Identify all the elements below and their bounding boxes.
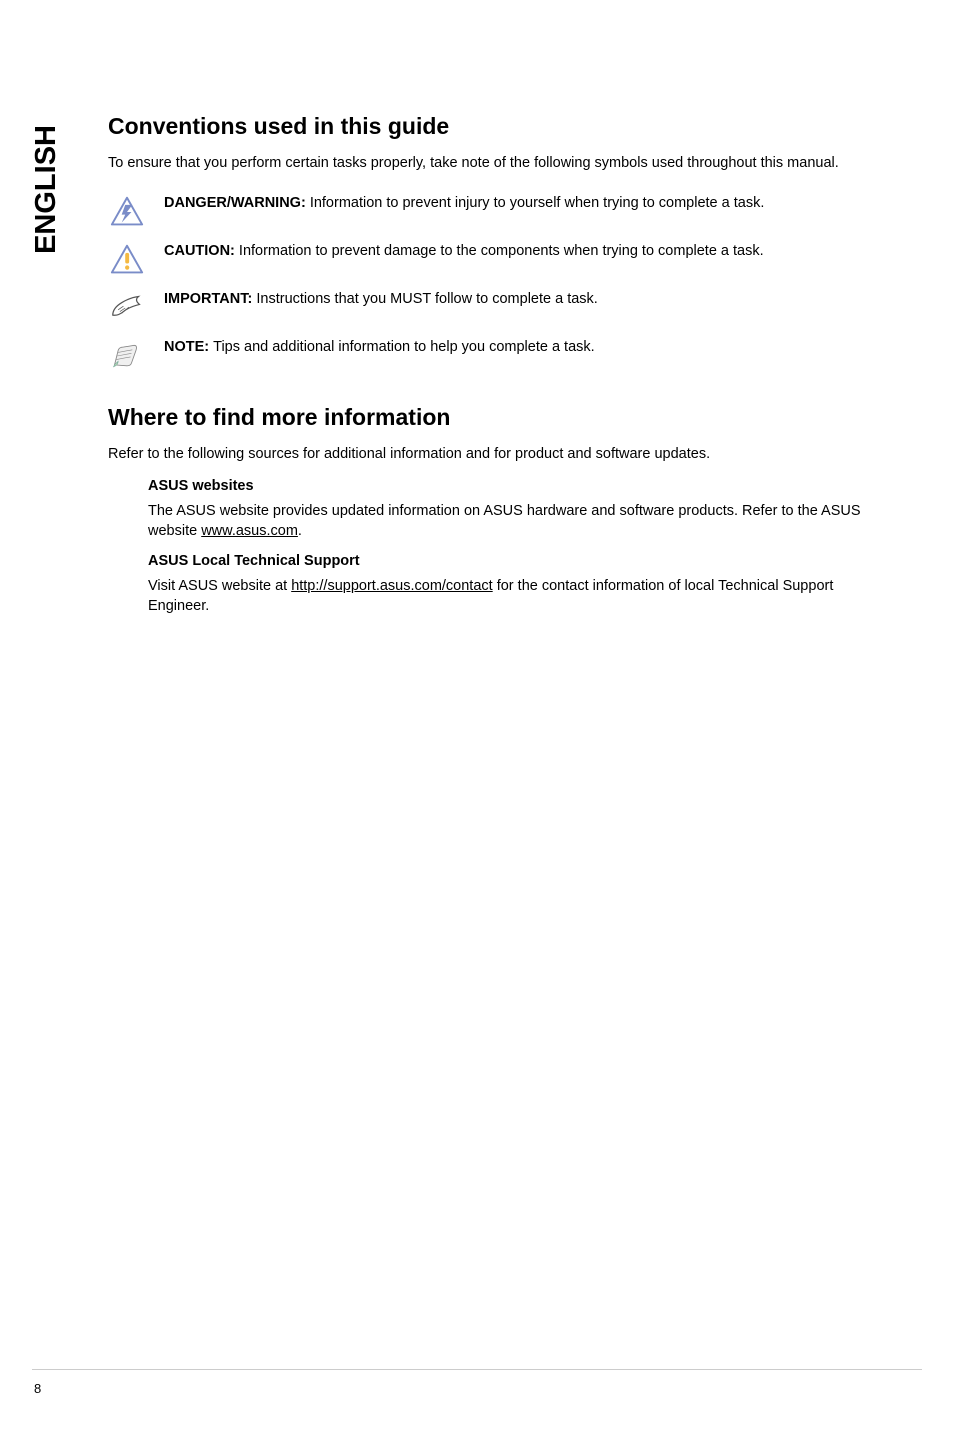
section2-heading: Where to find more information — [108, 404, 888, 431]
important-row: IMPORTANT: Instructions that you MUST fo… — [108, 290, 888, 324]
asus-websites-body: The ASUS website provides updated inform… — [148, 502, 888, 541]
important-label-bold: IMPORTANT: — [164, 291, 256, 307]
danger-label-bold: DANGER/WARNING: — [164, 195, 310, 211]
caution-icon — [108, 242, 146, 276]
subsection-asus-websites: ASUS websites The ASUS website provides … — [148, 478, 888, 616]
footer-divider — [32, 1369, 922, 1370]
section2-intro: Refer to the following sources for addit… — [108, 445, 888, 465]
asus-support-body: Visit ASUS website at http://support.asu… — [148, 577, 888, 616]
asus-support-title: ASUS Local Technical Support — [148, 553, 888, 569]
caution-row: CAUTION: Information to prevent damage t… — [108, 242, 888, 276]
danger-body: Information to prevent injury to yoursel… — [310, 195, 765, 211]
asus-websites-after: . — [298, 523, 302, 539]
note-label-bold: NOTE: — [164, 339, 213, 355]
asus-website-link[interactable]: www.asus.com — [201, 523, 298, 539]
note-body: Tips and additional information to help … — [213, 339, 595, 355]
section1-heading: Conventions used in this guide — [108, 113, 888, 140]
page-content: Conventions used in this guide To ensure… — [108, 113, 888, 628]
important-body: Instructions that you MUST follow to com… — [256, 291, 597, 307]
note-icon — [108, 338, 146, 372]
important-icon — [108, 290, 146, 324]
page-number: 8 — [34, 1381, 41, 1396]
caution-label-bold: CAUTION: — [164, 243, 239, 259]
sidebar-language-label: ENGLISH — [32, 125, 61, 254]
caution-text: CAUTION: Information to prevent damage t… — [164, 242, 764, 262]
danger-icon — [108, 194, 146, 228]
asus-support-link[interactable]: http://support.asus.com/contact — [291, 578, 493, 594]
danger-warning-row: DANGER/WARNING: Information to prevent i… — [108, 194, 888, 228]
caution-body: Information to prevent damage to the com… — [239, 243, 764, 259]
asus-support-before: Visit ASUS website at — [148, 578, 291, 594]
note-row: NOTE: Tips and additional information to… — [108, 338, 888, 372]
important-text: IMPORTANT: Instructions that you MUST fo… — [164, 290, 598, 310]
section1-intro: To ensure that you perform certain tasks… — [108, 154, 888, 174]
asus-websites-title: ASUS websites — [148, 478, 888, 494]
danger-warning-text: DANGER/WARNING: Information to prevent i… — [164, 194, 764, 214]
note-text: NOTE: Tips and additional information to… — [164, 338, 595, 358]
